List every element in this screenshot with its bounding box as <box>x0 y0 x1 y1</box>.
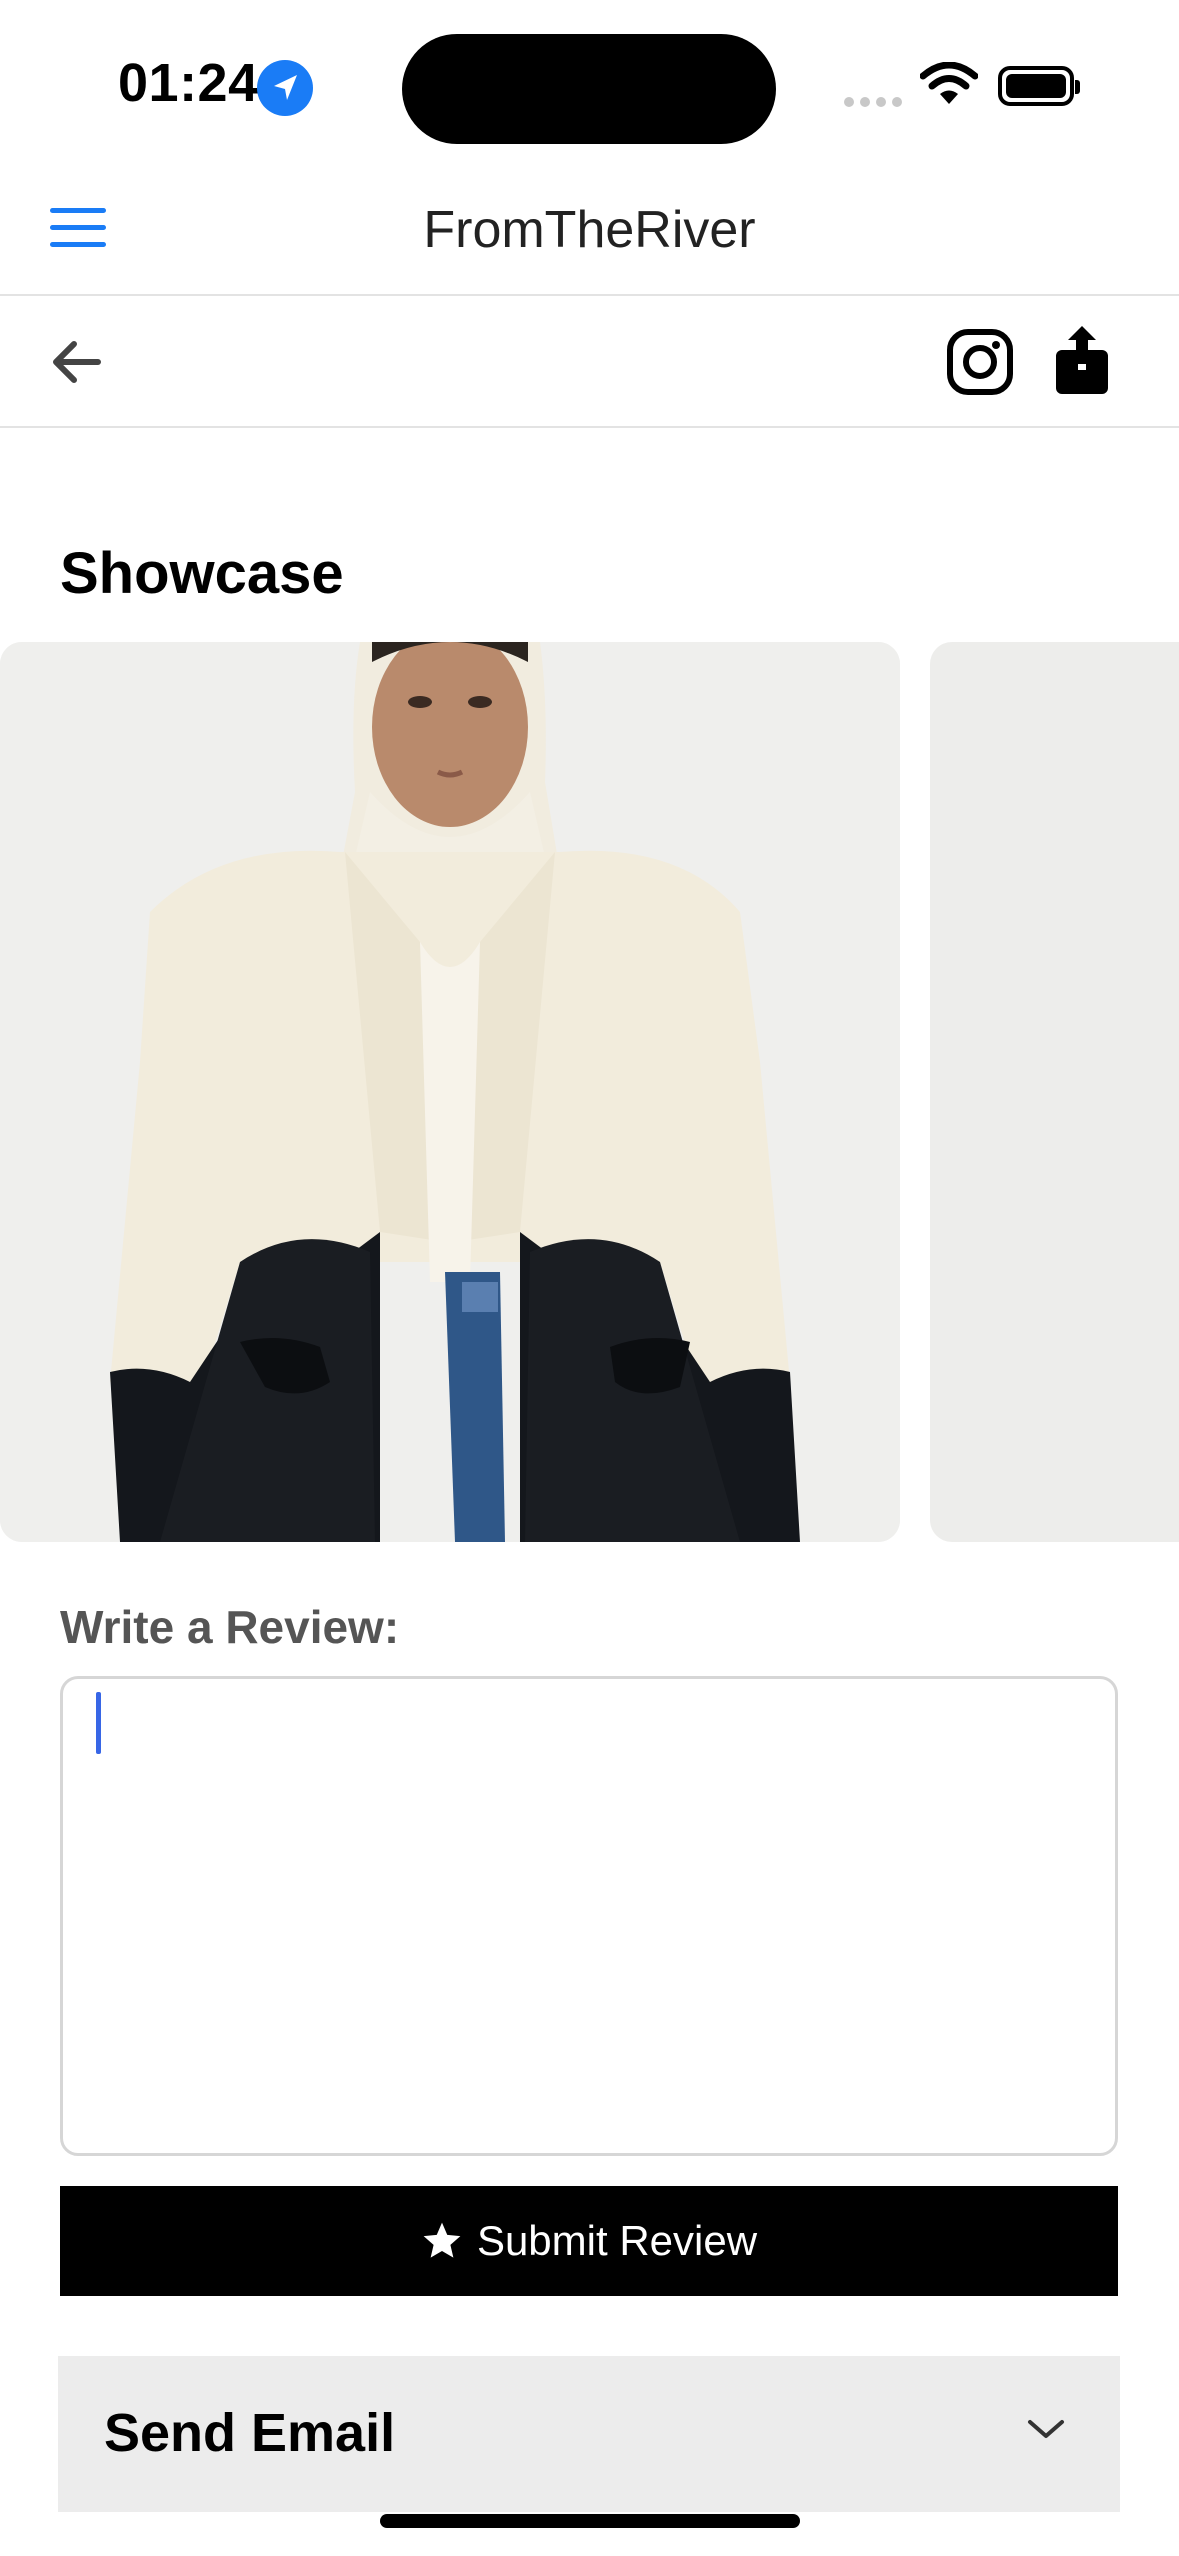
battery-icon <box>998 66 1080 106</box>
status-bar: 01:24 <box>0 0 1179 170</box>
location-arrow-icon <box>257 60 313 116</box>
send-email-accordion[interactable]: Send Email <box>58 2356 1120 2512</box>
signal-dots-icon <box>844 94 908 112</box>
submit-review-button[interactable]: Submit Review <box>60 2186 1118 2296</box>
showcase-image-next[interactable] <box>930 642 1179 1542</box>
showcase-image[interactable] <box>0 642 900 1542</box>
home-indicator <box>380 2514 800 2528</box>
showcase-title: Showcase <box>60 541 344 606</box>
chevron-down-icon[interactable] <box>1024 2414 1068 2444</box>
text-caret <box>96 1692 101 1754</box>
review-label: Write a Review: <box>60 1601 400 1653</box>
dynamic-island <box>402 34 776 144</box>
status-time: 01:24 <box>118 53 259 113</box>
instagram-icon[interactable] <box>946 328 1014 396</box>
share-icon[interactable] <box>1054 324 1110 396</box>
wifi-icon <box>919 61 979 111</box>
back-arrow-icon[interactable] <box>46 332 106 392</box>
submit-review-label: Submit Review <box>476 2217 758 2264</box>
star-icon <box>423 2222 461 2258</box>
app-title: FromTheRiver <box>423 201 756 259</box>
app-header: FromTheRiver <box>0 170 1179 296</box>
send-email-title: Send Email <box>104 2403 396 2463</box>
showcase-carousel[interactable] <box>0 642 1179 1542</box>
toolbar <box>0 296 1179 428</box>
review-input[interactable] <box>60 1676 1118 2156</box>
